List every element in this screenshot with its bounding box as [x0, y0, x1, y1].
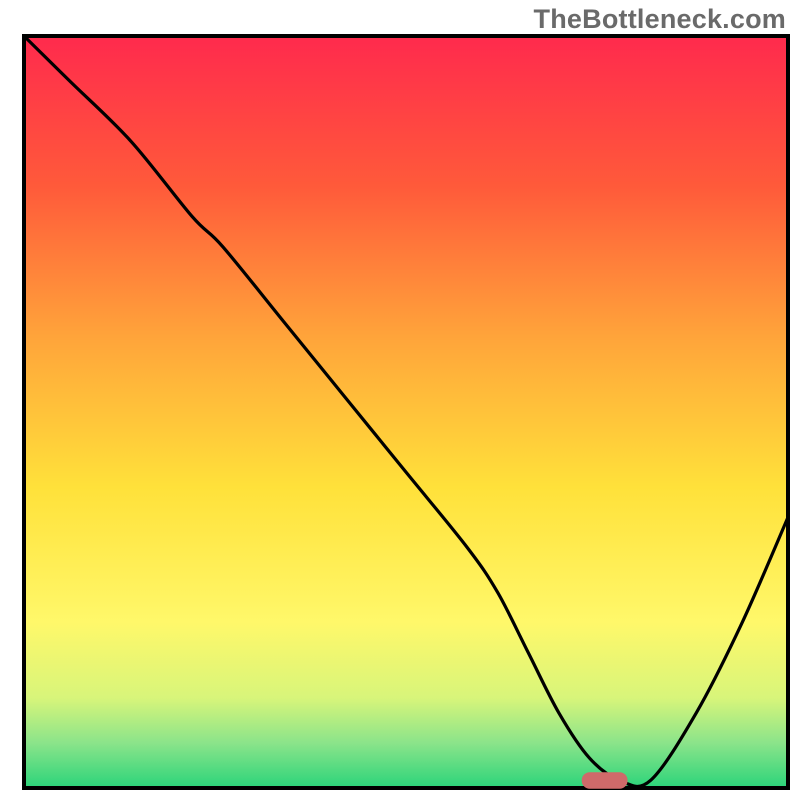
bottleneck-chart [0, 0, 800, 800]
watermark-text: TheBottleneck.com [534, 4, 786, 35]
optimal-marker [582, 772, 628, 789]
chart-container: TheBottleneck.com [0, 0, 800, 800]
plot-area [24, 36, 788, 789]
